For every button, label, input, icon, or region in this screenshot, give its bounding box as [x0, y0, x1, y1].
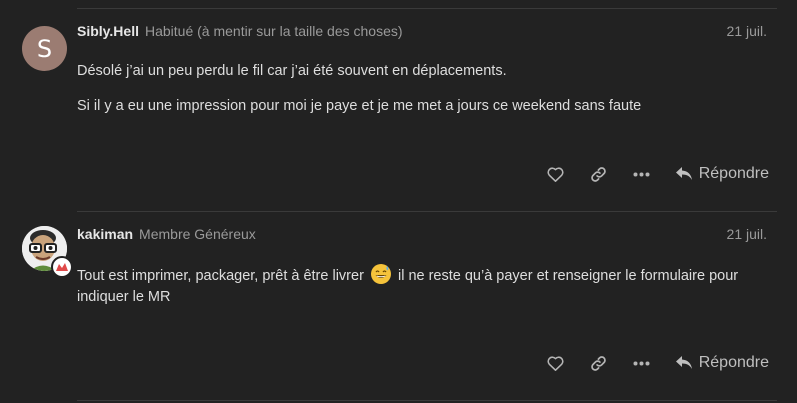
heart-icon[interactable] — [541, 159, 571, 189]
post-date[interactable]: 21 juil. — [727, 226, 767, 242]
post-paragraph: Tout est imprimer, packager, prêt à être… — [77, 264, 769, 308]
post-kakiman: kakiman Membre Généreux 21 juil. Tout es… — [0, 212, 797, 400]
username[interactable]: kakiman — [77, 226, 133, 242]
link-icon[interactable] — [584, 348, 614, 378]
avatar[interactable]: S — [22, 26, 67, 71]
ellipsis-icon[interactable] — [627, 348, 657, 378]
grinning-sweat-emoji-icon — [370, 264, 391, 284]
link-icon[interactable] — [584, 159, 614, 189]
user-title: Habitué (à mentir sur la taille des chos… — [144, 23, 403, 39]
reply-button[interactable]: Répondre — [675, 354, 769, 372]
post-body: Désolé j’ai un peu perdu le fil car j’ai… — [77, 61, 769, 131]
flair-badge — [51, 256, 73, 278]
post-text: Tout est imprimer, packager, prêt à être… — [77, 268, 364, 284]
heart-icon[interactable] — [541, 348, 571, 378]
avatar-letter: S — [36, 34, 53, 63]
reply-icon — [675, 167, 692, 180]
post-actions: Répondre — [528, 348, 769, 378]
reply-button[interactable]: Répondre — [675, 165, 769, 183]
post-paragraph: Désolé j’ai un peu perdu le fil car j’ai… — [77, 63, 507, 79]
ellipsis-icon[interactable] — [627, 159, 657, 189]
post-body: Tout est imprimer, packager, prêt à être… — [77, 264, 769, 322]
reply-label: Répondre — [698, 354, 769, 371]
user-title: Membre Généreux — [139, 226, 256, 242]
post-paragraph: Si il y a eu une impression pour moi je … — [77, 98, 642, 114]
post-meta: kakiman Membre Généreux 21 juil. — [77, 223, 767, 245]
divider — [77, 400, 777, 401]
reply-label: Répondre — [698, 165, 769, 182]
post-meta: Sibly.Hell Habitué (à mentir sur la tail… — [77, 20, 767, 42]
post-actions: Répondre — [528, 159, 769, 189]
post-sibly-hell: S Sibly.Hell Habitué (à mentir sur la ta… — [0, 8, 797, 211]
reply-icon — [675, 356, 692, 369]
username[interactable]: Sibly.Hell — [77, 23, 139, 39]
post-date[interactable]: 21 juil. — [727, 23, 767, 39]
